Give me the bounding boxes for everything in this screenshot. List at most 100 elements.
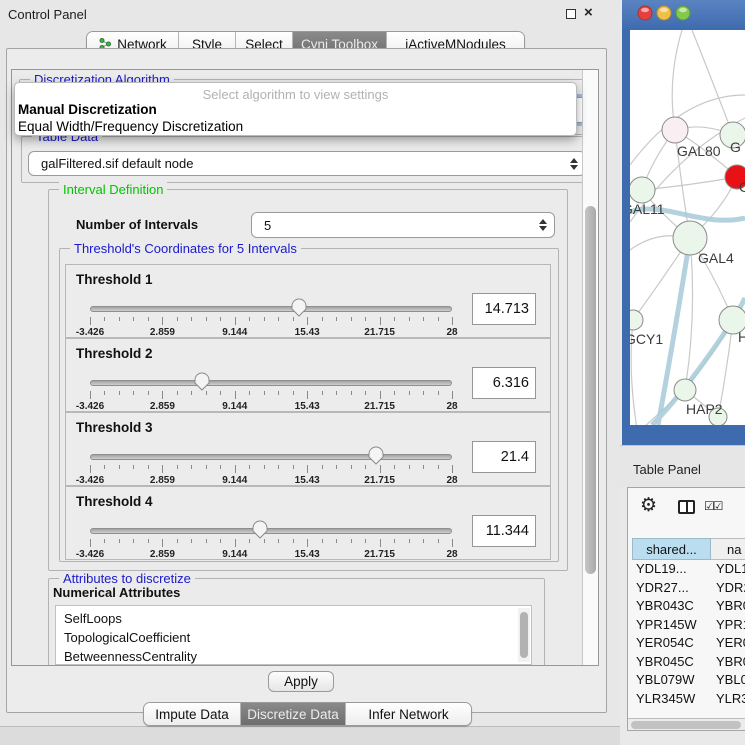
- settings-scroll-panel: Discretization Algorithm Table Data galF…: [11, 69, 599, 666]
- algorithm-dropdown-popup: Select algorithm to view settings Manual…: [14, 82, 577, 136]
- svg-text:H: H: [738, 329, 745, 345]
- num-intervals-label: Number of Intervals: [76, 217, 198, 232]
- table-row[interactable]: YDL19...YDL1: [628, 560, 745, 579]
- combo-stepper-icon: [570, 158, 578, 170]
- slider-track[interactable]: [90, 380, 452, 386]
- table-header-row: shared... na: [628, 538, 745, 560]
- threshold-label: Threshold 4: [76, 494, 153, 509]
- slider-ticks: [90, 317, 452, 326]
- panel-title: Control Panel: [8, 7, 87, 22]
- threshold-slider[interactable]: -3.4262.8599.14415.4321.71528: [90, 375, 452, 411]
- slider-thumb[interactable]: [194, 372, 211, 392]
- slider-track[interactable]: [90, 306, 452, 312]
- apply-button[interactable]: Apply: [268, 671, 334, 692]
- control-panel: Control Panel × Network Style Select Cyn…: [0, 0, 620, 727]
- close-icon[interactable]: ×: [584, 4, 593, 21]
- table-row[interactable]: YDR27...YDR2: [628, 579, 745, 598]
- gear-icon[interactable]: ⚙: [640, 494, 657, 517]
- scrollbar-thumb[interactable]: [631, 721, 741, 729]
- list-item[interactable]: TopologicalCoefficient: [56, 628, 531, 647]
- table-panel-title: Table Panel: [633, 462, 701, 477]
- dropdown-option-manual[interactable]: Manual Discretization: [18, 102, 157, 117]
- node-hap2: [674, 379, 696, 401]
- threshold-label: Threshold 2: [76, 346, 153, 361]
- threshold-coords-title: Threshold's Coordinates for 5 Intervals: [70, 241, 301, 256]
- threshold-value-field[interactable]: 14.713: [472, 293, 536, 325]
- threshold-value-field[interactable]: 11.344: [472, 515, 536, 547]
- node-gal11: [629, 177, 655, 203]
- svg-text:GAL4: GAL4: [698, 250, 734, 266]
- table-panel: ⚙ ☑☑ shared... na YDL19...YDL1 YDR27...Y…: [627, 487, 745, 731]
- svg-text:GAL11: GAL11: [622, 201, 665, 217]
- node-gcy1: [623, 310, 643, 330]
- screen: Control Panel × Network Style Select Cyn…: [0, 0, 745, 745]
- table-row[interactable]: YBR045CYBR0: [628, 653, 745, 672]
- column-layout-icon[interactable]: [678, 500, 695, 514]
- list-item[interactable]: SelfLoops: [56, 609, 531, 628]
- svg-text:GAL80: GAL80: [677, 143, 721, 159]
- attributes-group-title: Attributes to discretize: [59, 571, 195, 586]
- slider-ticks: [90, 539, 452, 548]
- table-row[interactable]: YBR043CYBR0: [628, 597, 745, 616]
- table-rows: YDL19...YDL1 YDR27...YDR2 YBR043CYBR0 YP…: [628, 560, 745, 706]
- table-row[interactable]: YER054CYER0: [628, 634, 745, 653]
- spinner-stepper-icon: [539, 219, 547, 231]
- slider-ticks: [90, 391, 452, 400]
- slider-track[interactable]: [90, 528, 452, 534]
- network-canvas[interactable]: GAL80 GAL11 GAL4 GCY1 HAP2 G C H: [622, 0, 745, 445]
- dropdown-option-equal-width[interactable]: Equal Width/Frequency Discretization: [18, 119, 243, 134]
- threshold-row: Threshold 4 -3.4262.8599.14415.4321.7152…: [65, 486, 551, 560]
- checkbox-columns-icon[interactable]: ☑☑: [704, 499, 722, 513]
- table-row[interactable]: YLR345WYLR3: [628, 690, 745, 707]
- numerical-attributes-label: Numerical Attributes: [53, 585, 180, 600]
- slider-thumb[interactable]: [290, 298, 307, 318]
- table-horizontal-scrollbar[interactable]: [628, 718, 745, 730]
- threshold-value-field[interactable]: 6.316: [472, 367, 536, 399]
- table-row[interactable]: YPR145WYPR1: [628, 616, 745, 635]
- svg-text:HAP2: HAP2: [686, 401, 723, 417]
- table-data-selected-value: galFiltered.sif default node: [41, 156, 193, 171]
- tab-discretize-data[interactable]: Discretize Data: [241, 703, 346, 725]
- attributes-list[interactable]: SelfLoops TopologicalCoefficient Between…: [55, 605, 532, 665]
- slider-tick-labels: -3.4262.8599.14415.4321.71528: [90, 549, 452, 561]
- slider-thumb[interactable]: [252, 520, 269, 540]
- list-item[interactable]: BetweennessCentrality: [56, 647, 531, 665]
- interval-definition-group: Interval Definition Number of Intervals …: [48, 189, 568, 571]
- column-header-name[interactable]: na: [711, 538, 745, 560]
- interval-definition-title: Interval Definition: [59, 182, 167, 197]
- threshold-label: Threshold 3: [76, 420, 153, 435]
- num-intervals-value: 5: [264, 218, 271, 233]
- tab-impute-data[interactable]: Impute Data: [144, 703, 241, 725]
- table-row[interactable]: YBL079WYBL0: [628, 671, 745, 690]
- dropdown-prompt-item[interactable]: Select algorithm to view settings: [15, 87, 576, 102]
- threshold-row: Threshold 3 -3.4262.8599.14415.4321.7152…: [65, 412, 551, 486]
- slider-thumb[interactable]: [367, 446, 384, 466]
- threshold-slider[interactable]: -3.4262.8599.14415.4321.71528: [90, 301, 452, 337]
- bottom-tab-strip: Impute Data Discretize Data Infer Networ…: [143, 702, 472, 726]
- slider-ticks: [90, 465, 452, 474]
- num-intervals-spinner[interactable]: 5: [251, 212, 555, 238]
- settings-scrollbar[interactable]: [582, 70, 598, 665]
- node-gal80: [662, 117, 688, 143]
- attributes-list-scrollbar[interactable]: [518, 608, 530, 662]
- threshold-value-field[interactable]: 21.4: [472, 441, 536, 473]
- column-header-shared-name[interactable]: shared...: [632, 538, 711, 560]
- threshold-slider[interactable]: -3.4262.8599.14415.4321.71528: [90, 523, 452, 559]
- scrollbar-thumb[interactable]: [585, 206, 596, 574]
- table-panel-header: Table Panel: [620, 445, 745, 487]
- tab-infer-network[interactable]: Infer Network: [346, 703, 471, 725]
- threshold-row: Threshold 2 -3.4262.8599.14415.4321.7152…: [65, 338, 551, 412]
- svg-text:C: C: [739, 179, 745, 195]
- slider-track[interactable]: [90, 454, 452, 460]
- threshold-label: Threshold 1: [76, 272, 153, 287]
- threshold-slider[interactable]: -3.4262.8599.14415.4321.71528: [90, 449, 452, 485]
- svg-text:G: G: [730, 139, 741, 155]
- float-window-icon[interactable]: [566, 9, 576, 19]
- table-data-combobox[interactable]: galFiltered.sif default node: [28, 151, 586, 176]
- svg-text:GCY1: GCY1: [625, 331, 663, 347]
- attributes-group: Attributes to discretize Numerical Attri…: [48, 578, 545, 666]
- right-region: GAL80 GAL11 GAL4 GCY1 HAP2 G C H Table P…: [620, 0, 745, 745]
- threshold-coords-group: Threshold's Coordinates for 5 Intervals …: [59, 248, 559, 562]
- threshold-row: Threshold 1 -3.4262.8599.14415.4321.7152…: [65, 264, 551, 338]
- network-view-window[interactable]: GAL80 GAL11 GAL4 GCY1 HAP2 G C H: [622, 0, 745, 445]
